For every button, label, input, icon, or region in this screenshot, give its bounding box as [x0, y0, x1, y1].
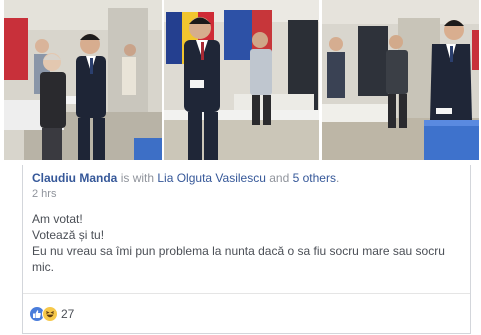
author-name[interactable]: Claudiu Manda — [32, 171, 117, 185]
header-period: . — [335, 171, 340, 185]
others-link[interactable]: 5 others — [293, 171, 336, 185]
reaction-count[interactable]: 27 — [61, 307, 74, 321]
post-line-3: Eu nu vreau sa îmi pun problema la nunta… — [32, 244, 445, 274]
photo-voting-2[interactable] — [164, 0, 319, 160]
photo-voting-1[interactable] — [4, 0, 162, 160]
with-text: is with — [120, 171, 155, 185]
haha-icon — [42, 306, 58, 322]
and-text: and — [269, 171, 290, 185]
post-text: Am votat! Votează și tu! Eu nu vreau sa … — [32, 211, 464, 275]
facebook-post: Claudiu Manda is with Lia Olguta Vasiles… — [0, 0, 481, 335]
post-line-1: Am votat! — [32, 212, 83, 226]
post-header: Claudiu Manda is with Lia Olguta Vasiles… — [32, 171, 339, 186]
tagged-person-link[interactable]: Lia Olguta Vasilescu — [157, 171, 266, 185]
reactions-bar: 27 — [23, 293, 470, 334]
post-timestamp[interactable]: 2 hrs — [32, 187, 56, 201]
photo-strip — [0, 0, 481, 160]
post-line-2: Votează și tu! — [32, 228, 105, 242]
post-card: Claudiu Manda is with Lia Olguta Vasiles… — [22, 165, 471, 334]
reaction-icons[interactable] — [29, 306, 61, 322]
photo-voting-3[interactable] — [322, 0, 479, 160]
